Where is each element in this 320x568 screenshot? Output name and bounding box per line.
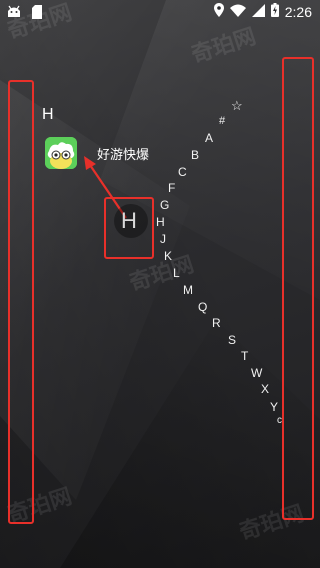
annotation-arrow — [84, 156, 127, 219]
scroller-letter-a[interactable]: A — [205, 131, 213, 145]
scroller-letter-l[interactable]: L — [173, 266, 180, 280]
scroller-letter-h[interactable]: H — [156, 215, 165, 229]
scroller-letter-y[interactable]: Y — [270, 400, 278, 414]
highlight-current-letter — [104, 197, 154, 259]
scroller-letter-q[interactable]: Q — [198, 300, 207, 314]
scroller-letter-j[interactable]: J — [160, 232, 166, 246]
scroller-letter-c-small[interactable]: c — [277, 415, 282, 426]
scroller-letter-r[interactable]: R — [212, 316, 221, 330]
scroller-letter-b[interactable]: B — [191, 148, 199, 162]
scroller-letter-t[interactable]: T — [241, 349, 248, 363]
scroller-letter-s[interactable]: S — [228, 333, 236, 347]
scroller-letter-star[interactable]: ☆ — [231, 98, 243, 114]
scroller-letter-g[interactable]: G — [160, 198, 169, 212]
highlight-left-edge — [8, 80, 34, 524]
highlight-right-edge — [282, 57, 314, 520]
scroller-letter-hash[interactable]: # — [219, 115, 225, 127]
scroller-letter-m[interactable]: M — [183, 283, 193, 297]
scroller-letter-w[interactable]: W — [251, 366, 262, 380]
scroller-letter-c[interactable]: C — [178, 165, 187, 179]
scroller-letter-k[interactable]: K — [164, 249, 172, 263]
scroller-letter-x[interactable]: X — [261, 382, 269, 396]
scroller-letter-f[interactable]: F — [168, 181, 175, 195]
